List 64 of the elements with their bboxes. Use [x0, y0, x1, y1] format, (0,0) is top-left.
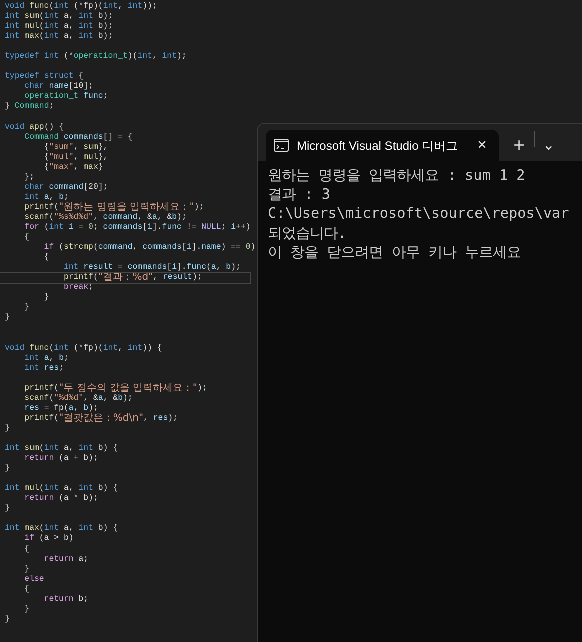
code-line: scanf("%s%d%d", command, &a, &b); — [24, 212, 187, 223]
code-line: {"sum", sum}, — [43, 142, 108, 153]
code-line: } — [24, 303, 30, 314]
code-line: else — [24, 574, 44, 585]
code-line: { — [24, 544, 30, 555]
code-line: int sum(int a, int b) { — [5, 444, 118, 454]
code-line: void func(int (*fp)(int, int)) { — [5, 344, 162, 354]
code-line: operation_t func; — [24, 92, 108, 102]
code-line: printf("결괏값은 : %d\n", res); — [24, 414, 178, 424]
code-line: }; — [24, 172, 34, 183]
code-line: if (strcmp(command, commands[i].name) == 0) — [43, 243, 256, 253]
code-line: int max(int a, int b); — [5, 32, 114, 42]
console-output-line: C:\Users\microsoft\source\repos\var — [268, 205, 570, 224]
console-output-line: 되었습니다. — [268, 224, 347, 244]
code-line: scanf("%d%d", &a, &b); — [24, 394, 133, 404]
code-line: return b; — [43, 594, 89, 605]
code-line: typedef struct { — [5, 72, 84, 82]
code-line: char command[20]; — [24, 182, 108, 193]
code-line: printf("원하는 명령을 입력하세요 : "); — [24, 202, 204, 213]
code-line: void app() { — [5, 122, 64, 133]
code-line: break; — [62, 283, 94, 294]
code-line: {"max", max} — [43, 162, 104, 173]
code-line: void func(int (*fp)(int, int)); — [5, 2, 158, 12]
code-line: Command commands[] = { — [24, 132, 133, 143]
code-line: } — [5, 614, 10, 625]
code-line: int max(int a, int b) { — [5, 524, 118, 534]
code-line: int mul(int a, int b) { — [5, 484, 118, 494]
code-line: int mul(int a, int b); — [5, 22, 114, 32]
close-icon[interactable]: × — [474, 134, 491, 158]
code-line: } — [24, 604, 30, 615]
code-line: int sum(int a, int b); — [5, 12, 114, 22]
dropdown-button[interactable]: ⌄ — [534, 130, 564, 161]
code-line: char name[10]; — [24, 82, 94, 92]
code-line: int a, b; — [24, 354, 69, 364]
code-line: int a, b; — [24, 192, 69, 202]
console-output-line: 원하는 명령을 입력하세요 : sum 1 2 — [268, 167, 526, 186]
code-line: {"mul", mul}, — [43, 152, 108, 163]
code-line: } — [5, 464, 10, 474]
code-line: for (int i = 0; commands[i].func != NULL; i++) — [24, 223, 251, 233]
new-tab-button[interactable]: + — [505, 130, 534, 161]
code-line: } — [43, 293, 50, 304]
code-line: { — [24, 584, 30, 595]
code-line: return a; — [43, 554, 89, 565]
code-line: if (a > b) — [24, 534, 74, 545]
code-line: } — [5, 424, 10, 434]
terminal-tab[interactable]: Microsoft Visual Studio 디버그 × — [266, 130, 499, 161]
code-line: return (a * b); — [24, 494, 98, 504]
tab-title: Microsoft Visual Studio 디버그 — [297, 138, 458, 154]
code-line: printf("결과 : %d", result); — [0, 273, 250, 284]
code-line: { — [43, 253, 50, 264]
code-line: res = fp(a, b); — [24, 404, 98, 414]
code-line: } — [5, 313, 10, 324]
code-line: return (a + b); — [24, 454, 98, 464]
code-line: } Command; — [5, 102, 54, 113]
console-icon — [274, 139, 289, 152]
console-output-line: 결과 : 3 — [268, 186, 330, 206]
console-output-line: 이 창을 닫으려면 아무 키나 누르세요 — [268, 244, 522, 263]
code-line: } — [5, 504, 10, 514]
code-line: { — [24, 233, 30, 244]
code-line: int result = commands[i].func(a, b); — [62, 263, 241, 273]
code-line: } — [24, 564, 30, 575]
code-line: printf("두 정수의 값을 입력하세요 : "); — [24, 384, 208, 394]
code-line: typedef int (*operation_t)(int, int); — [5, 52, 187, 62]
code-line: int res; — [24, 364, 64, 374]
